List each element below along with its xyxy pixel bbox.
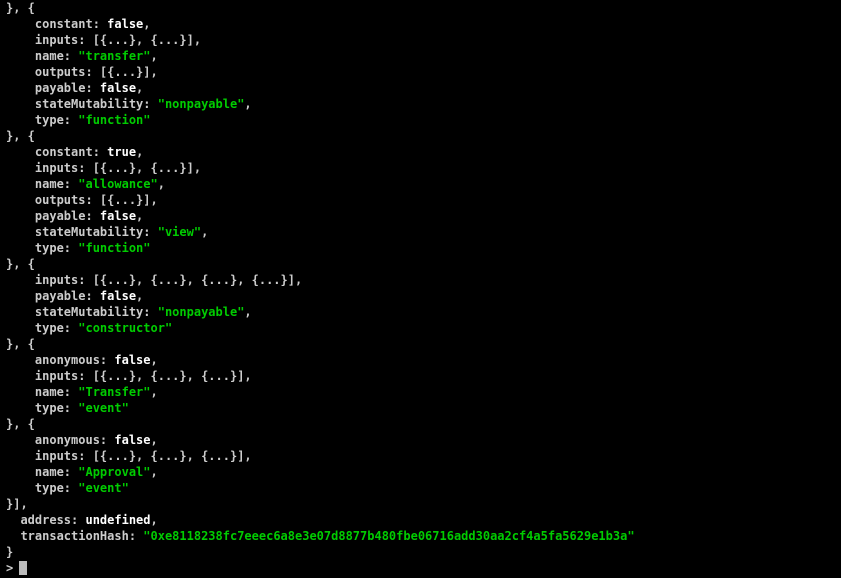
- object-close: }: [6, 545, 13, 559]
- key-name: name:: [6, 49, 78, 63]
- val-function: "function": [78, 113, 150, 127]
- key-anonymous: anonymous:: [6, 353, 114, 367]
- brace-separator: }, {: [6, 257, 35, 271]
- val-event: "event": [78, 481, 129, 495]
- comma: ,: [151, 465, 158, 479]
- key-inputs: inputs: [{...}, {...}],: [6, 161, 201, 175]
- comma: ,: [151, 49, 158, 63]
- val-anonymous: false: [114, 433, 150, 447]
- val-payable: false: [100, 289, 136, 303]
- val-constant: false: [107, 17, 143, 31]
- key-statemutability: stateMutability:: [6, 97, 158, 111]
- prompt: >: [6, 560, 20, 576]
- key-anonymous: anonymous:: [6, 433, 114, 447]
- brace-separator: }, {: [6, 1, 35, 15]
- val-event: "event": [78, 401, 129, 415]
- val-nonpayable: "nonpayable": [158, 305, 245, 319]
- cursor-icon: [19, 561, 27, 575]
- key-name: name:: [6, 385, 78, 399]
- comma: ,: [244, 97, 251, 111]
- val-constant-true: true: [107, 145, 136, 159]
- comma: ,: [136, 209, 143, 223]
- key-inputs: inputs: [{...}, {...}, {...}],: [6, 449, 252, 463]
- val-undefined: undefined: [85, 513, 150, 527]
- val-txhash: "0xe8118238fc7eeec6a8e3e07d8877b480fbe06…: [143, 529, 634, 543]
- comma: ,: [143, 17, 150, 31]
- comma: ,: [136, 81, 143, 95]
- key-outputs: outputs: [{...}],: [6, 193, 158, 207]
- brace-separator: }, {: [6, 337, 35, 351]
- val-name-allowance: "allowance": [78, 177, 157, 191]
- key-name: name:: [6, 177, 78, 191]
- key-type: type:: [6, 401, 78, 415]
- comma: ,: [151, 353, 158, 367]
- key-constant: constant:: [6, 17, 107, 31]
- brace-separator: }, {: [6, 417, 35, 431]
- val-nonpayable: "nonpayable": [158, 97, 245, 111]
- key-inputs: inputs: [{...}, {...}, {...}],: [6, 369, 252, 383]
- brace-separator: }, {: [6, 129, 35, 143]
- key-inputs: inputs: [{...}, {...}, {...}, {...}],: [6, 273, 302, 287]
- val-view: "view": [158, 225, 201, 239]
- val-payable: false: [100, 81, 136, 95]
- comma: ,: [151, 433, 158, 447]
- comma: ,: [136, 289, 143, 303]
- key-type: type:: [6, 113, 78, 127]
- val-constructor: "constructor": [78, 321, 172, 335]
- array-close: }],: [6, 497, 28, 511]
- val-anonymous: false: [114, 353, 150, 367]
- key-statemutability: stateMutability:: [6, 305, 158, 319]
- val-function: "function": [78, 241, 150, 255]
- key-payable: payable:: [6, 289, 100, 303]
- comma: ,: [158, 177, 165, 191]
- val-name-transfer: "transfer": [78, 49, 150, 63]
- key-type: type:: [6, 481, 78, 495]
- key-name: name:: [6, 465, 78, 479]
- comma: ,: [151, 513, 158, 527]
- key-inputs: inputs: [{...}, {...}],: [6, 33, 201, 47]
- key-type: type:: [6, 321, 78, 335]
- key-outputs: outputs: [{...}],: [6, 65, 158, 79]
- comma: ,: [136, 145, 143, 159]
- key-payable: payable:: [6, 209, 100, 223]
- val-name-approval: "Approval": [78, 465, 150, 479]
- key-constant: constant:: [6, 145, 107, 159]
- key-statemutability: stateMutability:: [6, 225, 158, 239]
- key-payable: payable:: [6, 81, 100, 95]
- prompt-line[interactable]: >: [6, 560, 835, 576]
- val-name-transfer-event: "Transfer": [78, 385, 150, 399]
- comma: ,: [201, 225, 208, 239]
- comma: ,: [244, 305, 251, 319]
- comma: ,: [151, 385, 158, 399]
- val-payable: false: [100, 209, 136, 223]
- key-type: type:: [6, 241, 78, 255]
- key-transactionhash: transactionHash:: [6, 529, 143, 543]
- key-address: address:: [6, 513, 85, 527]
- terminal-output: }, { constant: false, inputs: [{...}, {.…: [0, 0, 841, 576]
